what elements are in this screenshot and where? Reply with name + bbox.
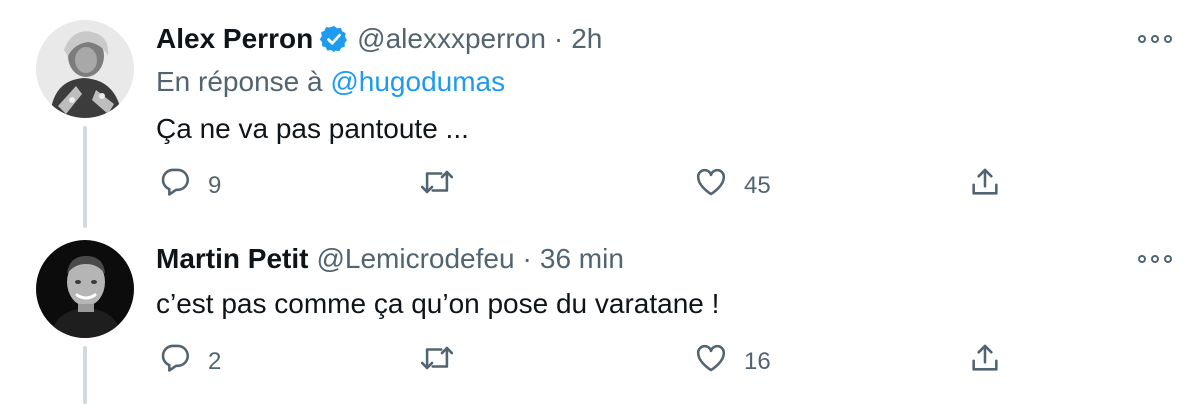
reply-count: 9 bbox=[208, 171, 222, 199]
reply-button[interactable]: 2 bbox=[158, 341, 221, 382]
retweet-button[interactable] bbox=[418, 341, 472, 382]
tweet-text: c’est pas comme ça qu’on pose du varatan… bbox=[156, 288, 720, 319]
retweet-icon bbox=[418, 341, 456, 382]
verified-icon bbox=[319, 24, 349, 54]
retweet-icon bbox=[418, 165, 456, 206]
reply-mention-link[interactable]: @hugodumas bbox=[330, 66, 505, 97]
more-icon[interactable] bbox=[1138, 251, 1172, 267]
share-icon bbox=[968, 341, 1002, 382]
author-name[interactable]: Alex Perron bbox=[156, 23, 313, 55]
like-button[interactable]: 45 bbox=[694, 165, 771, 206]
author-handle[interactable]: @Lemicrodefeu bbox=[316, 243, 514, 275]
share-button[interactable] bbox=[968, 341, 1002, 382]
tweet-header: Alex Perron @alexxxperron · 2h bbox=[156, 22, 602, 56]
separator-dot: · bbox=[553, 23, 564, 54]
like-button[interactable]: 16 bbox=[694, 341, 771, 382]
like-count: 16 bbox=[744, 347, 771, 375]
share-icon bbox=[968, 165, 1002, 206]
thread-line-1 bbox=[83, 126, 87, 228]
more-icon[interactable] bbox=[1138, 31, 1172, 47]
reply-icon bbox=[158, 341, 192, 382]
thread-line-2 bbox=[83, 346, 87, 404]
reply-prefix: En réponse à bbox=[156, 66, 323, 97]
like-icon bbox=[694, 341, 728, 382]
reply-icon bbox=[158, 165, 192, 206]
like-count: 45 bbox=[744, 171, 771, 199]
avatar[interactable] bbox=[36, 240, 134, 338]
reply-count: 2 bbox=[208, 347, 222, 375]
reply-button[interactable]: 9 bbox=[158, 165, 221, 206]
share-button[interactable] bbox=[968, 165, 1002, 206]
like-icon bbox=[694, 165, 728, 206]
tweet-header: Martin Petit @Lemicrodefeu · 36 min bbox=[156, 242, 624, 276]
avatar[interactable] bbox=[36, 20, 134, 118]
tweet-text: Ça ne va pas pantoute ... bbox=[156, 113, 469, 144]
timestamp[interactable]: 2h bbox=[571, 23, 602, 55]
author-handle[interactable]: @alexxxperron bbox=[357, 23, 546, 55]
reply-context: En réponse à @hugodumas bbox=[156, 66, 505, 98]
timestamp[interactable]: 36 min bbox=[540, 243, 624, 275]
retweet-button[interactable] bbox=[418, 165, 472, 206]
separator-dot: · bbox=[522, 243, 532, 274]
author-name[interactable]: Martin Petit bbox=[156, 243, 308, 275]
